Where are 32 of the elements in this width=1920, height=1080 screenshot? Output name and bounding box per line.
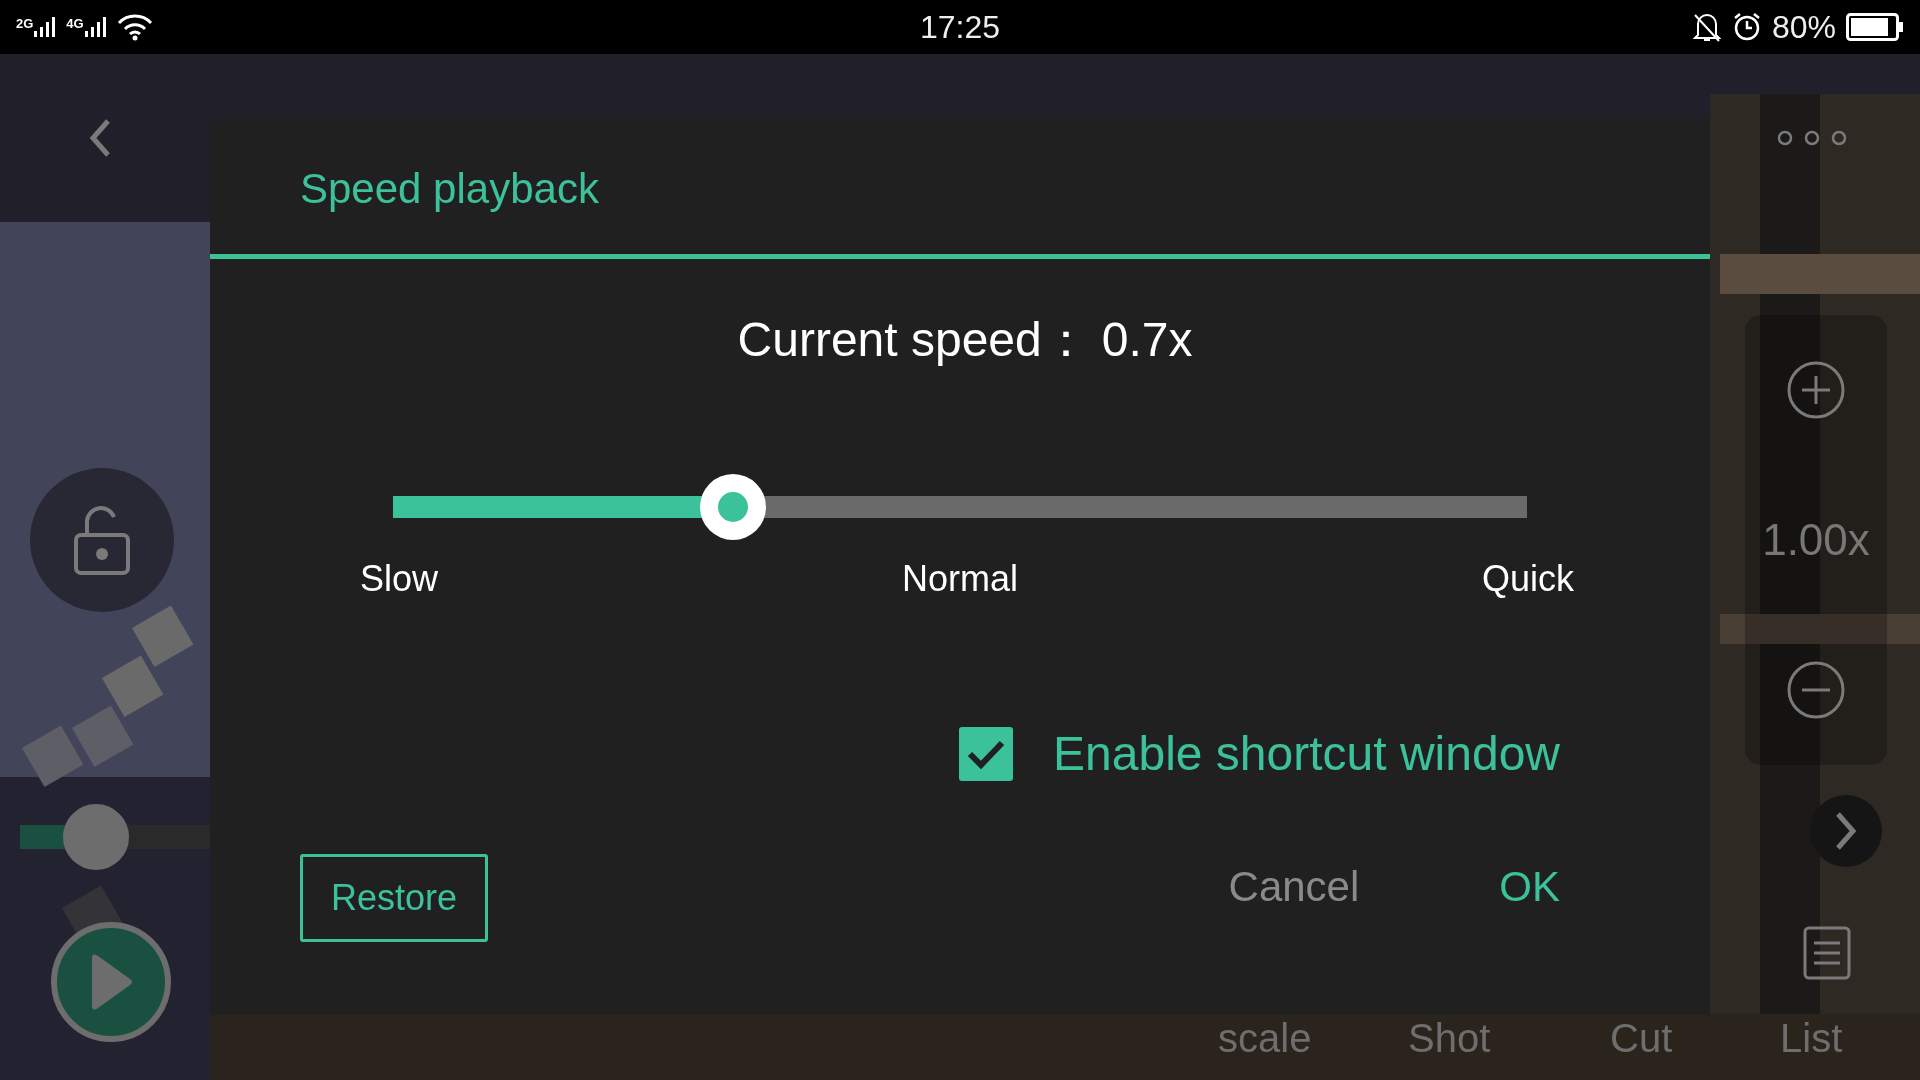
toolbar-label[interactable]: Cut <box>1610 1018 1673 1058</box>
plus-icon[interactable] <box>1786 360 1846 420</box>
mute-icon <box>1691 11 1722 43</box>
dialog-title: Speed playback <box>300 163 599 214</box>
ok-button[interactable]: OK <box>1499 854 1560 918</box>
cancel-button[interactable]: Cancel <box>1228 854 1360 918</box>
speed-value: 1.00x <box>1762 514 1870 566</box>
slider-label: Normal <box>902 557 1018 601</box>
network-label: 4G <box>66 17 84 30</box>
speed-label: Current speed： <box>737 312 1090 368</box>
slider-label: Slow <box>360 557 439 601</box>
signal-icon <box>84 17 107 37</box>
signal-icon <box>34 17 57 37</box>
back-icon[interactable] <box>88 118 112 158</box>
speed-reading: 0.7x <box>1101 312 1193 368</box>
minus-icon[interactable] <box>1786 660 1846 720</box>
list-icon[interactable] <box>1803 926 1851 980</box>
restore-button[interactable]: Restore <box>300 854 489 942</box>
battery-icon <box>1846 13 1904 41</box>
shortcut-checkbox[interactable] <box>959 727 1014 781</box>
wifi-icon <box>116 13 153 41</box>
network-label: 2G <box>16 17 34 30</box>
unlock-icon <box>72 505 132 575</box>
more-icon[interactable] <box>1776 128 1848 148</box>
chevron-right-icon <box>1834 811 1858 851</box>
shortcut-label[interactable]: Enable shortcut window <box>1053 718 1560 790</box>
toolbar-label[interactable]: scale <box>1218 1018 1312 1058</box>
battery-level: 80% <box>1771 8 1836 47</box>
slider-label: Quick <box>1481 557 1574 601</box>
toolbar-label[interactable]: Shot <box>1408 1018 1491 1058</box>
toolbar-label[interactable]: List <box>1780 1018 1843 1058</box>
status-time: 17:25 <box>918 8 1002 47</box>
